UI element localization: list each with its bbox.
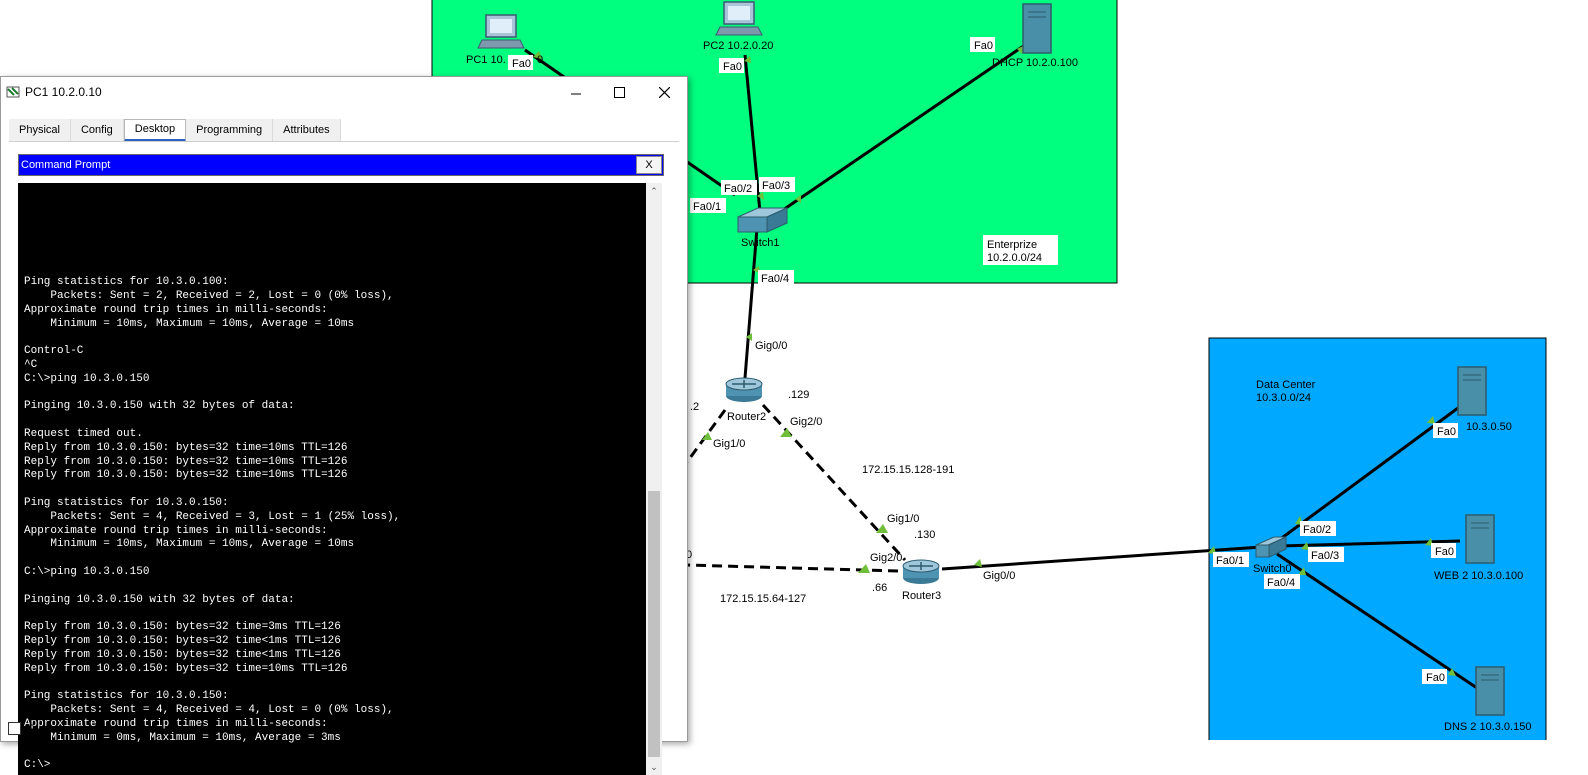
tab-physical[interactable]: Physical bbox=[9, 119, 71, 141]
addr-label: .2 bbox=[690, 401, 699, 413]
checkbox-box[interactable] bbox=[8, 722, 21, 735]
port-label: Fa0/2 bbox=[1303, 524, 1331, 536]
port-label: Fa0 bbox=[512, 58, 531, 70]
addr-label: .66 bbox=[872, 582, 887, 594]
datacenter-zone-subnet: 10.3.0.0/24 bbox=[1256, 392, 1311, 404]
serial-links bbox=[685, 403, 907, 573]
command-prompt-title: Command Prompt bbox=[21, 159, 111, 171]
command-prompt-titlebar: Command Prompt X bbox=[18, 154, 664, 176]
maximize-button[interactable] bbox=[596, 77, 642, 107]
addr-label: .129 bbox=[788, 389, 809, 401]
addr-label: .130 bbox=[914, 529, 935, 541]
subnet-label-128: 172.15.15.128-191 bbox=[862, 464, 954, 476]
window-titlebar[interactable]: PC1 10.2.0.10 bbox=[1, 77, 687, 107]
port-label: Fa0 bbox=[974, 40, 993, 52]
router2-label: Router2 bbox=[727, 411, 766, 423]
tab-programming[interactable]: Programming bbox=[186, 119, 274, 141]
datacenter-zone-label: Data Center 10.3.0.0/24 bbox=[1256, 379, 1316, 404]
terminal-text: Ping statistics for 10.3.0.100: Packets:… bbox=[24, 276, 401, 772]
scroll-down-icon[interactable]: ⌄ bbox=[646, 759, 662, 775]
packet-tracer-app-icon bbox=[6, 86, 20, 98]
scroll-up-icon[interactable]: ⌃ bbox=[646, 183, 662, 199]
port-label: Gig1/0 bbox=[887, 513, 919, 525]
router3-icon[interactable] bbox=[902, 559, 940, 584]
web2-server-icon[interactable] bbox=[1465, 514, 1495, 564]
top-checkbox[interactable]: Top bbox=[8, 722, 45, 735]
router3-label: Router3 bbox=[902, 590, 941, 602]
minimize-icon bbox=[571, 93, 581, 95]
enterprise-zone-subnet: 10.2.0.0/24 bbox=[987, 252, 1042, 264]
port-label: Fa0 bbox=[1435, 546, 1454, 558]
port-label: Gig2/0 bbox=[870, 552, 902, 564]
web2-label: WEB 2 10.3.0.100 bbox=[1434, 570, 1523, 582]
terminal-output[interactable]: Ping statistics for 10.3.0.100: Packets:… bbox=[18, 183, 646, 775]
router2-icon[interactable] bbox=[725, 377, 763, 402]
dhcp-label: DHCP 10.2.0.100 bbox=[992, 57, 1078, 69]
pc1-window[interactable]: PC1 10.2.0.10 Physical Config Desktop Pr… bbox=[0, 76, 688, 775]
tab-attributes[interactable]: Attributes bbox=[273, 119, 341, 141]
window-title: PC1 10.2.0.10 bbox=[25, 85, 102, 99]
port-label: Fa0/3 bbox=[1311, 550, 1339, 562]
top-checkbox-label: Top bbox=[27, 722, 45, 735]
dns-label: DNS 2 10.3.0.150 bbox=[1444, 721, 1531, 733]
port-label: Fa0/4 bbox=[761, 273, 789, 285]
port-label: Fa0 bbox=[1437, 426, 1456, 438]
terminal-scrollbar[interactable]: ⌃ ⌄ bbox=[646, 183, 662, 775]
device-tabs: Physical Config Desktop Programming Attr… bbox=[9, 119, 341, 142]
port-label: Fa0/1 bbox=[693, 201, 721, 213]
enterprise-zone-label: Enterprize 10.2.0.0/24 bbox=[983, 235, 1058, 265]
port-label: Gig2/0 bbox=[790, 416, 822, 428]
minimize-button[interactable] bbox=[553, 77, 599, 107]
port-label: Fa0 bbox=[723, 61, 742, 73]
link-router2-router3 bbox=[761, 403, 907, 562]
tab-divider bbox=[9, 141, 679, 142]
port-label: Fa0/3 bbox=[762, 180, 790, 192]
port-label: Fa0/2 bbox=[724, 183, 752, 195]
tab-config[interactable]: Config bbox=[71, 119, 124, 141]
maximize-icon bbox=[613, 86, 625, 98]
dhcp-server-icon[interactable] bbox=[1022, 3, 1052, 54]
port-label: Gig0/0 bbox=[983, 570, 1015, 582]
switch1-label: Switch1 bbox=[741, 237, 780, 249]
port-label: Fa0 bbox=[1426, 672, 1445, 684]
scroll-thumb[interactable] bbox=[648, 491, 660, 757]
close-button[interactable] bbox=[641, 77, 687, 107]
pc1-label: PC1 10. bbox=[466, 54, 506, 66]
server-10-3-0-50-label: 10.3.0.50 bbox=[1466, 421, 1512, 433]
enterprise-zone-title: Enterprize bbox=[987, 239, 1037, 251]
link-up-indicator bbox=[702, 432, 712, 440]
port-label: Gig1/0 bbox=[713, 438, 745, 450]
tab-desktop[interactable]: Desktop bbox=[123, 119, 187, 142]
subnet-label-64: 172.15.15.64-127 bbox=[720, 593, 806, 605]
datacenter-zone-title: Data Center bbox=[1256, 379, 1316, 391]
switch0-label: Switch0 bbox=[1253, 563, 1292, 575]
server-10-3-0-50-icon[interactable] bbox=[1457, 366, 1487, 416]
close-icon bbox=[658, 86, 670, 98]
pc2-label: PC2 10.2.0.20 bbox=[703, 40, 773, 52]
command-prompt-close-button[interactable]: X bbox=[636, 156, 662, 174]
port-label: Fa0/1 bbox=[1216, 555, 1244, 567]
port-label: Gig0/0 bbox=[755, 340, 787, 352]
pc1-label-suffix: 0 bbox=[537, 54, 543, 66]
port-label: Fa0/4 bbox=[1267, 577, 1295, 589]
dns-server-icon[interactable] bbox=[1475, 666, 1505, 716]
